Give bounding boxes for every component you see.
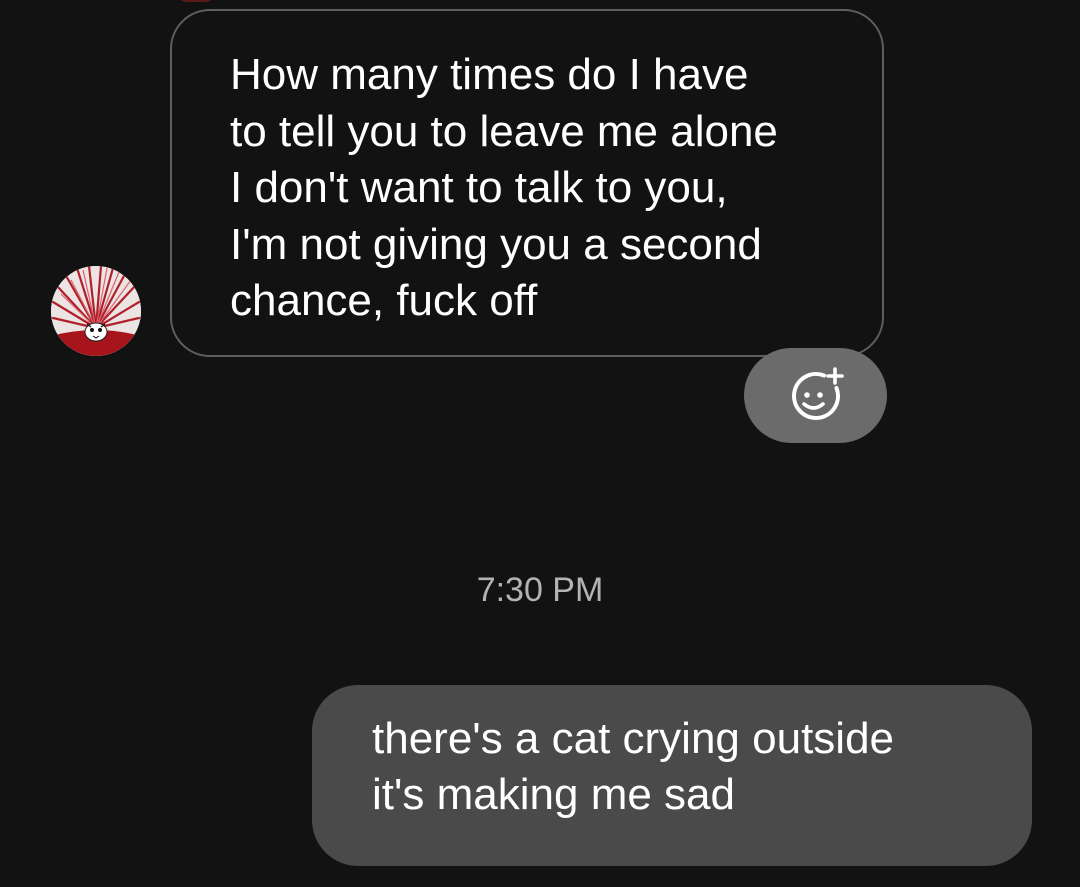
sender-avatar[interactable] xyxy=(51,266,141,356)
chat-screen: How many times do I have to tell you to … xyxy=(0,0,1080,887)
previous-avatar-edge xyxy=(172,0,220,2)
add-reaction-icon xyxy=(791,366,844,420)
outgoing-message-text: there's a cat crying outside it's making… xyxy=(372,714,895,819)
add-reaction-button[interactable] xyxy=(744,348,887,443)
incoming-message-bubble[interactable]: How many times do I have to tell you to … xyxy=(170,9,884,357)
avatar-image xyxy=(51,266,141,356)
outgoing-message-bubble[interactable]: there's a cat crying outside it's making… xyxy=(312,685,1032,866)
incoming-message-text: How many times do I have to tell you to … xyxy=(230,50,778,325)
message-timestamp: 7:30 PM xyxy=(476,571,604,609)
